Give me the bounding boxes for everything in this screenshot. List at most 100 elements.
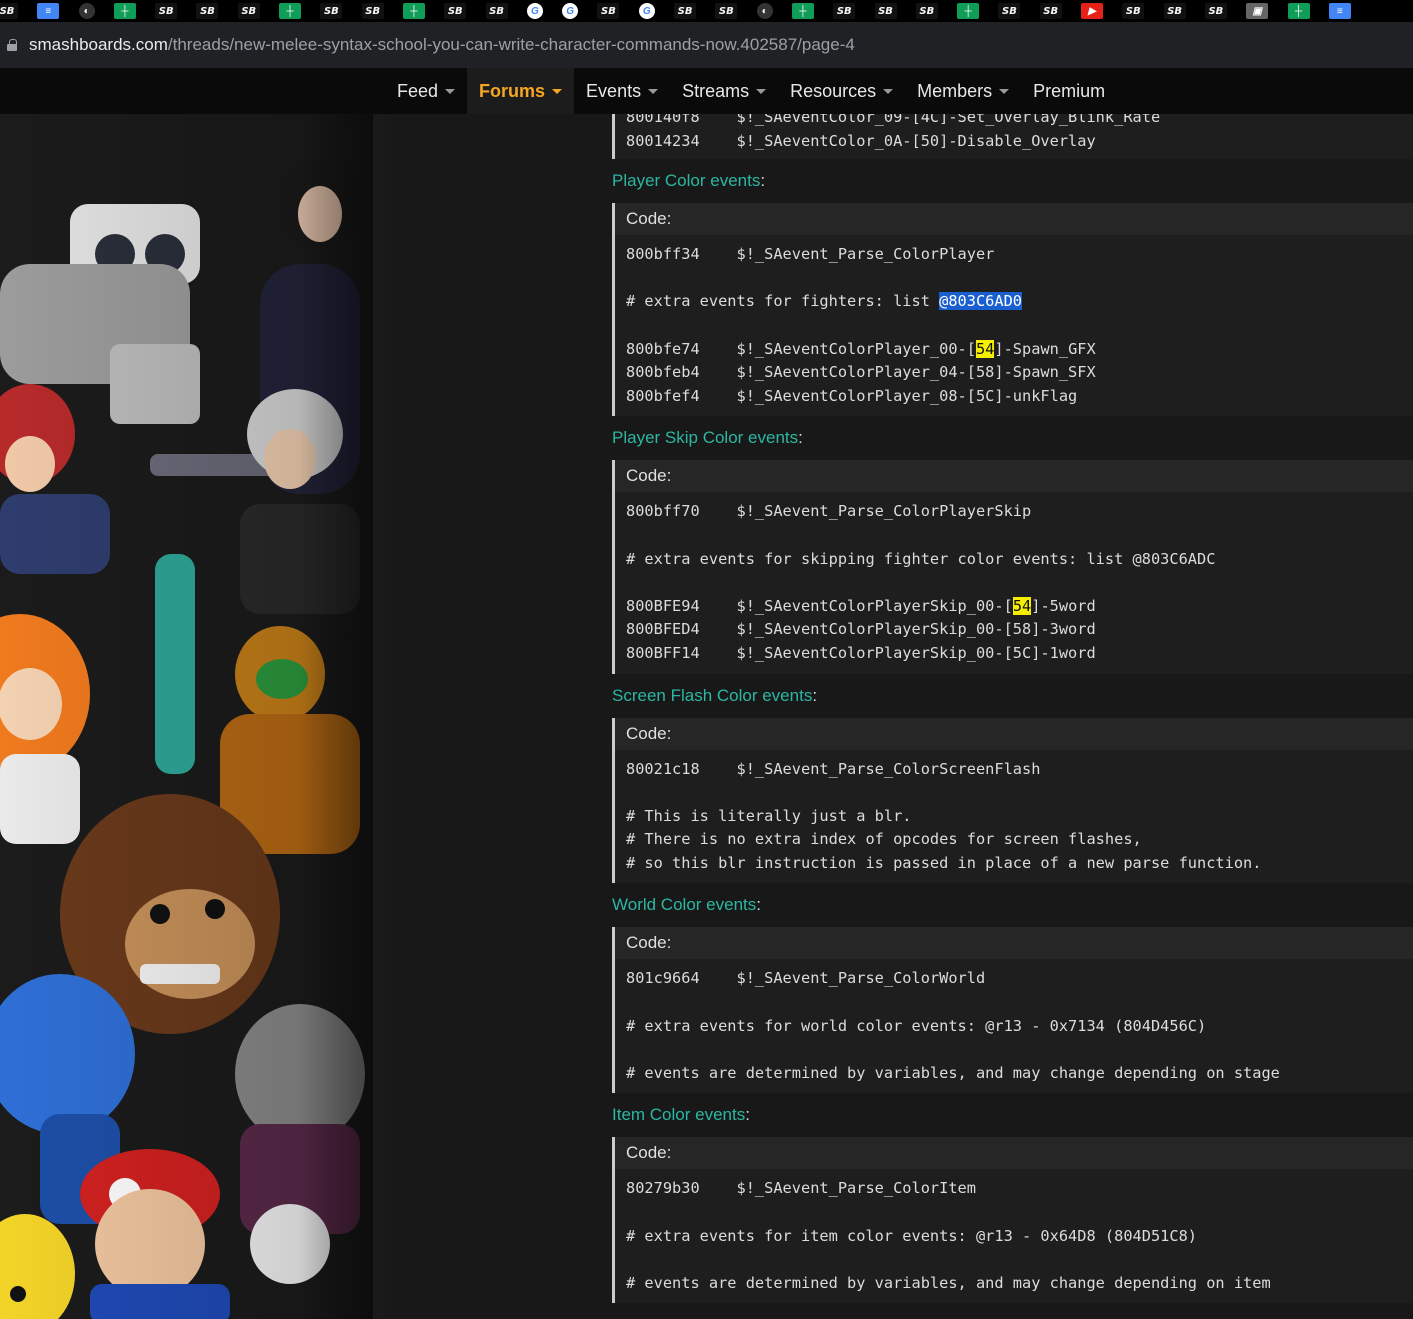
smashboards-icon[interactable]: SB [485, 3, 508, 19]
code-block-body[interactable]: 800bff70 $!_SAevent_Parse_ColorPlayerSki… [615, 492, 1413, 673]
chevron-down-icon[interactable] [883, 88, 894, 94]
nav-item-feed[interactable]: Feed [385, 68, 467, 114]
code-block-header: Code: [615, 460, 1413, 493]
code-line: # extra events for fighters: list @803C6… [626, 290, 1413, 314]
google-icon[interactable]: G [638, 3, 655, 19]
chevron-down-icon[interactable] [648, 88, 659, 94]
nav-item-forums[interactable]: Forums [467, 68, 575, 114]
nav-item-members[interactable]: Members [905, 68, 1021, 114]
nav-item-label: Premium [1033, 80, 1106, 101]
smashboards-icon[interactable]: SB [361, 3, 384, 19]
smashboards-icon[interactable]: SB [1039, 3, 1062, 19]
image-icon[interactable]: ▣ [1246, 3, 1269, 19]
code-line: # extra events for skipping fighter colo… [626, 548, 1413, 572]
code-block-body[interactable]: 801c9664 $!_SAevent_Parse_ColorWorld # ex… [615, 959, 1413, 1093]
code-text: 800bfef4 $!_SAeventColorPlayer_08-[5C]-u… [626, 386, 1078, 405]
code-block: Code: 80279b30 $!_SAevent_Parse_ColorItem… [612, 1137, 1413, 1304]
chevron-down-icon[interactable] [999, 88, 1010, 94]
google-sheets-icon[interactable]: ┼ [402, 3, 425, 19]
code-line: # This is literally just a blr. [626, 805, 1413, 829]
smashboards-icon[interactable]: SB [0, 3, 18, 19]
address-bar[interactable]: smashboards.com/threads/new-melee-syntax… [0, 22, 1413, 68]
section-heading-text: World Color events [612, 895, 757, 915]
smashboards-icon[interactable]: SB [196, 3, 219, 19]
code-block-body[interactable]: 800bff34 $!_SAevent_Parse_ColorPlayer # e… [615, 235, 1413, 416]
smashboards-icon[interactable]: SB [155, 3, 178, 19]
chevron-down-icon[interactable] [756, 88, 767, 94]
nav-item-label: Feed [397, 80, 439, 101]
nav-item-resources[interactable]: Resources [778, 68, 905, 114]
smashboards-icon[interactable]: SB [1122, 3, 1145, 19]
code-block-header: Code: [615, 1137, 1413, 1170]
smashboards-icon[interactable]: SB [1204, 3, 1227, 19]
code-block-body[interactable]: 80279b30 $!_SAevent_Parse_ColorItem # ext… [615, 1169, 1413, 1303]
google-sheets-icon[interactable]: ┼ [957, 3, 980, 19]
bookmark-label: SB [200, 5, 215, 17]
google-icon[interactable]: G [562, 3, 579, 19]
section-heading-text: Item Color events [612, 1105, 746, 1125]
code-line: # so this blr instruction is passed in p… [626, 852, 1413, 876]
url-path: /threads/new-melee-syntax-school-you-can… [167, 35, 855, 54]
code-text: # so this blr instruction is passed in p… [626, 853, 1262, 872]
google-sheets-icon[interactable]: ┼ [1287, 3, 1310, 19]
google-docs-icon[interactable]: ≡ [37, 3, 60, 19]
section-heading-text: Screen Flash Color events [612, 685, 813, 705]
section-heading: Screen Flash Color events: [612, 674, 1413, 718]
smashboards-icon[interactable]: SB [874, 3, 897, 19]
code-text: 800bfe74 $!_SAeventColorPlayer_00-[ [626, 339, 976, 358]
bookmark-label: SB [447, 5, 463, 17]
google-docs-icon[interactable]: ≡ [1328, 3, 1351, 19]
smashboards-icon[interactable]: SB [320, 3, 343, 19]
smashboards-icon[interactable]: SB [597, 3, 620, 19]
smashboards-icon[interactable]: SB [833, 3, 856, 19]
post-body: 800140f8 $!_SAeventColor_09-[4C]-Set_Ove… [612, 68, 1413, 1304]
code-block-header: Code: [615, 717, 1413, 750]
code-line: 80279b30 $!_SAevent_Parse_ColorItem [626, 1177, 1413, 1201]
globe-icon[interactable]: ◐ [756, 3, 773, 19]
nav-item-events[interactable]: Events [574, 68, 670, 114]
code-line: # extra events for item color events: @r… [626, 1225, 1413, 1249]
code-text: 800bff34 $!_SAevent_Parse_ColorPlayer [626, 245, 995, 264]
smashboards-icon[interactable]: SB [915, 3, 938, 19]
nav-item-premium[interactable]: Premium [1021, 68, 1117, 114]
globe-icon[interactable]: ◐ [78, 3, 95, 19]
code-block: Code: 800bff34 $!_SAevent_Parse_ColorPlay… [612, 203, 1413, 417]
code-line: 800bfef4 $!_SAeventColorPlayer_08-[5C]-u… [626, 385, 1413, 409]
main-content: 800140f8 $!_SAeventColor_09-[4C]-Set_Ove… [385, 68, 1413, 1319]
post-sections: Player Color events: Code: 800bff34 $!_SAe… [612, 159, 1413, 1304]
code-text: 800bfeb4 $!_SAeventColorPlayer_04-[58]-S… [626, 363, 1096, 382]
code-block-body[interactable]: 80021c18 $!_SAevent_Parse_ColorScreenFla… [615, 750, 1413, 884]
smashboards-icon[interactable]: SB [237, 3, 260, 19]
chevron-down-icon[interactable] [445, 88, 456, 94]
smashboards-icon[interactable]: SB [674, 3, 697, 19]
highlighted-text: @803C6AD0 [939, 292, 1023, 311]
code-text: 80021c18 $!_SAevent_Parse_ColorScreenFla… [626, 759, 1041, 778]
youtube-icon[interactable]: ▶ [1081, 3, 1104, 19]
bookmark-label: SB [1002, 5, 1017, 17]
section-heading: Player Skip Color events: [612, 416, 1413, 460]
nav-item-streams[interactable]: Streams [670, 68, 778, 114]
code-text: 801c9664 $!_SAevent_Parse_ColorWorld [626, 969, 986, 988]
smashboards-icon[interactable]: SB [1163, 3, 1186, 19]
url-text[interactable]: smashboards.com/threads/new-melee-syntax… [29, 35, 855, 55]
bookmark-label: SB [323, 5, 339, 17]
smashboards-icon[interactable]: SB [715, 3, 738, 19]
smashboards-icon[interactable]: SB [998, 3, 1021, 19]
google-sheets-icon[interactable]: ┼ [791, 3, 814, 19]
chevron-down-icon[interactable] [552, 88, 563, 94]
code-block-header: Code: [615, 927, 1413, 960]
google-sheets-icon[interactable]: ┼ [279, 3, 302, 19]
smashboards-icon[interactable]: SB [444, 3, 467, 19]
heading-colon: : [798, 428, 803, 448]
code-text: 80279b30 $!_SAevent_Parse_ColorItem [626, 1179, 976, 1198]
google-icon[interactable]: G [526, 3, 543, 19]
lock-icon[interactable] [7, 39, 17, 51]
google-sheets-icon[interactable]: ┼ [113, 3, 136, 19]
code-text: # There is no extra index of opcodes for… [626, 830, 1142, 849]
